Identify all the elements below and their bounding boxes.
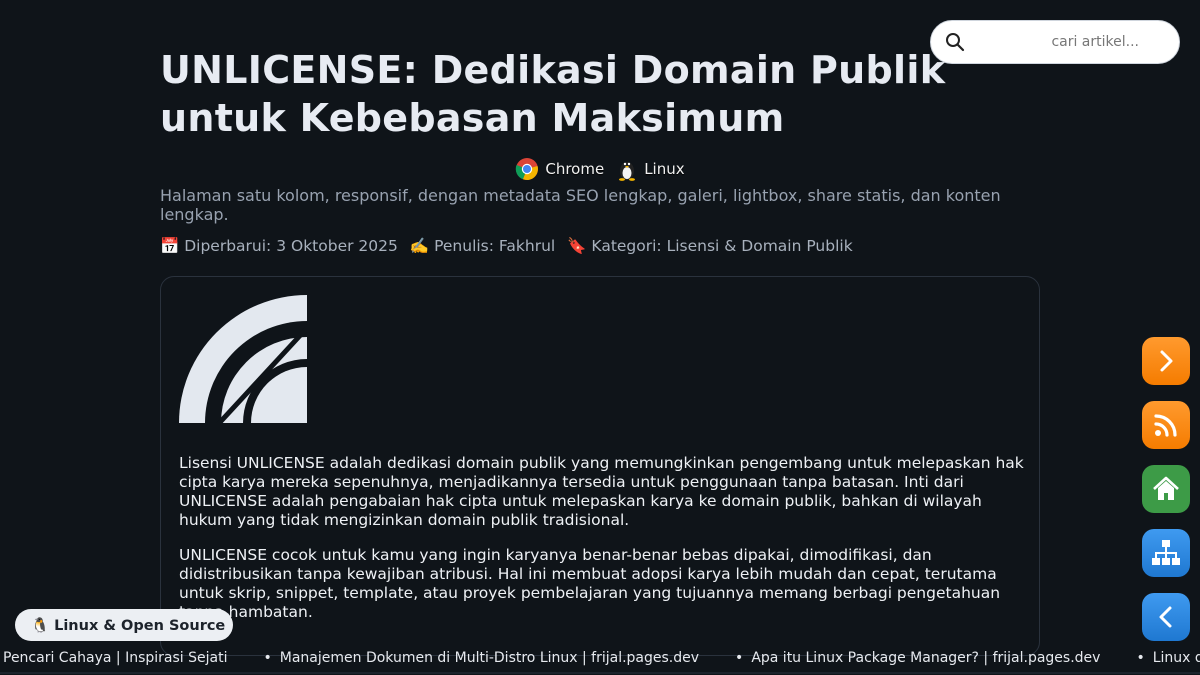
platform-badges: Chrome Linux [160, 156, 1040, 182]
article-subtitle: Halaman satu kolom, responsif, dengan me… [160, 186, 1001, 224]
category-tag[interactable]: 🐧 Linux & Open Source [15, 609, 233, 641]
tux-icon [619, 162, 636, 181]
chevron-left-icon [1159, 606, 1172, 628]
ticker-item-label: Manajemen Dokumen di Multi-Distro Linux … [279, 650, 700, 666]
article-header: UNLICENSE: Dedikasi Domain Publik untuk … [160, 46, 1040, 256]
bullet: • [1136, 650, 1145, 666]
article-paragraph-2: UNLICENSE cocok untuk kamu yang ingin ka… [179, 546, 1001, 621]
chrome-icon [516, 158, 539, 181]
article-paragraph-1: Lisensi UNLICENSE adalah dedikasi domain… [179, 454, 1024, 529]
bullet: • [735, 650, 744, 666]
ticker-item-label: Apa itu Linux Package Manager? | frijal.… [751, 650, 1101, 666]
article-meta: 📅 Diperbarui: 3 Oktober 2025 ✍️ Penulis:… [160, 236, 1040, 256]
linux-label: Linux [644, 160, 685, 178]
category-tag-label: 🐧 Linux & Open Source [31, 617, 226, 634]
chevron-right-icon [1160, 350, 1173, 372]
linux-badge: Linux [616, 157, 685, 181]
sitemap-button[interactable] [1142, 529, 1190, 577]
ticker-item[interactable]: • Linux dan In [1136, 650, 1200, 666]
rss-button[interactable] [1142, 401, 1190, 449]
related-articles-ticker: Pencari Cahaya | Inspirasi Sejati • Manaj… [0, 646, 1200, 674]
ticker-item[interactable]: • Manajemen Dokumen di Multi-Distro Linux… [263, 650, 699, 666]
meta-category[interactable]: 🔖 Kategori: Lisensi & Domain Publik [567, 237, 852, 255]
bullet: • [263, 650, 272, 666]
ticker-item[interactable]: • Apa itu Linux Package Manager? | frijal… [735, 650, 1100, 666]
next-button[interactable] [1142, 337, 1190, 385]
home-button[interactable] [1142, 465, 1190, 513]
chrome-label: Chrome [545, 160, 605, 178]
ticker-item[interactable]: Pencari Cahaya | Inspirasi Sejati [3, 650, 227, 666]
meta-updated: 📅 Diperbarui: 3 Oktober 2025 [160, 237, 398, 255]
home-icon [1153, 476, 1179, 500]
unlicense-logo-image[interactable] [179, 295, 307, 423]
rss-icon [1154, 414, 1177, 437]
article-card: Lisensi UNLICENSE adalah dedikasi domain… [160, 276, 1040, 656]
back-button[interactable] [1142, 593, 1190, 641]
meta-author: ✍️ Penulis: Fakhrul [409, 237, 556, 255]
ticker-item-label: Linux dan In [1152, 650, 1200, 666]
chrome-badge: Chrome [515, 157, 604, 181]
sitemap-icon [1152, 540, 1180, 565]
article-title: UNLICENSE: Dedikasi Domain Publik untuk … [160, 48, 946, 140]
